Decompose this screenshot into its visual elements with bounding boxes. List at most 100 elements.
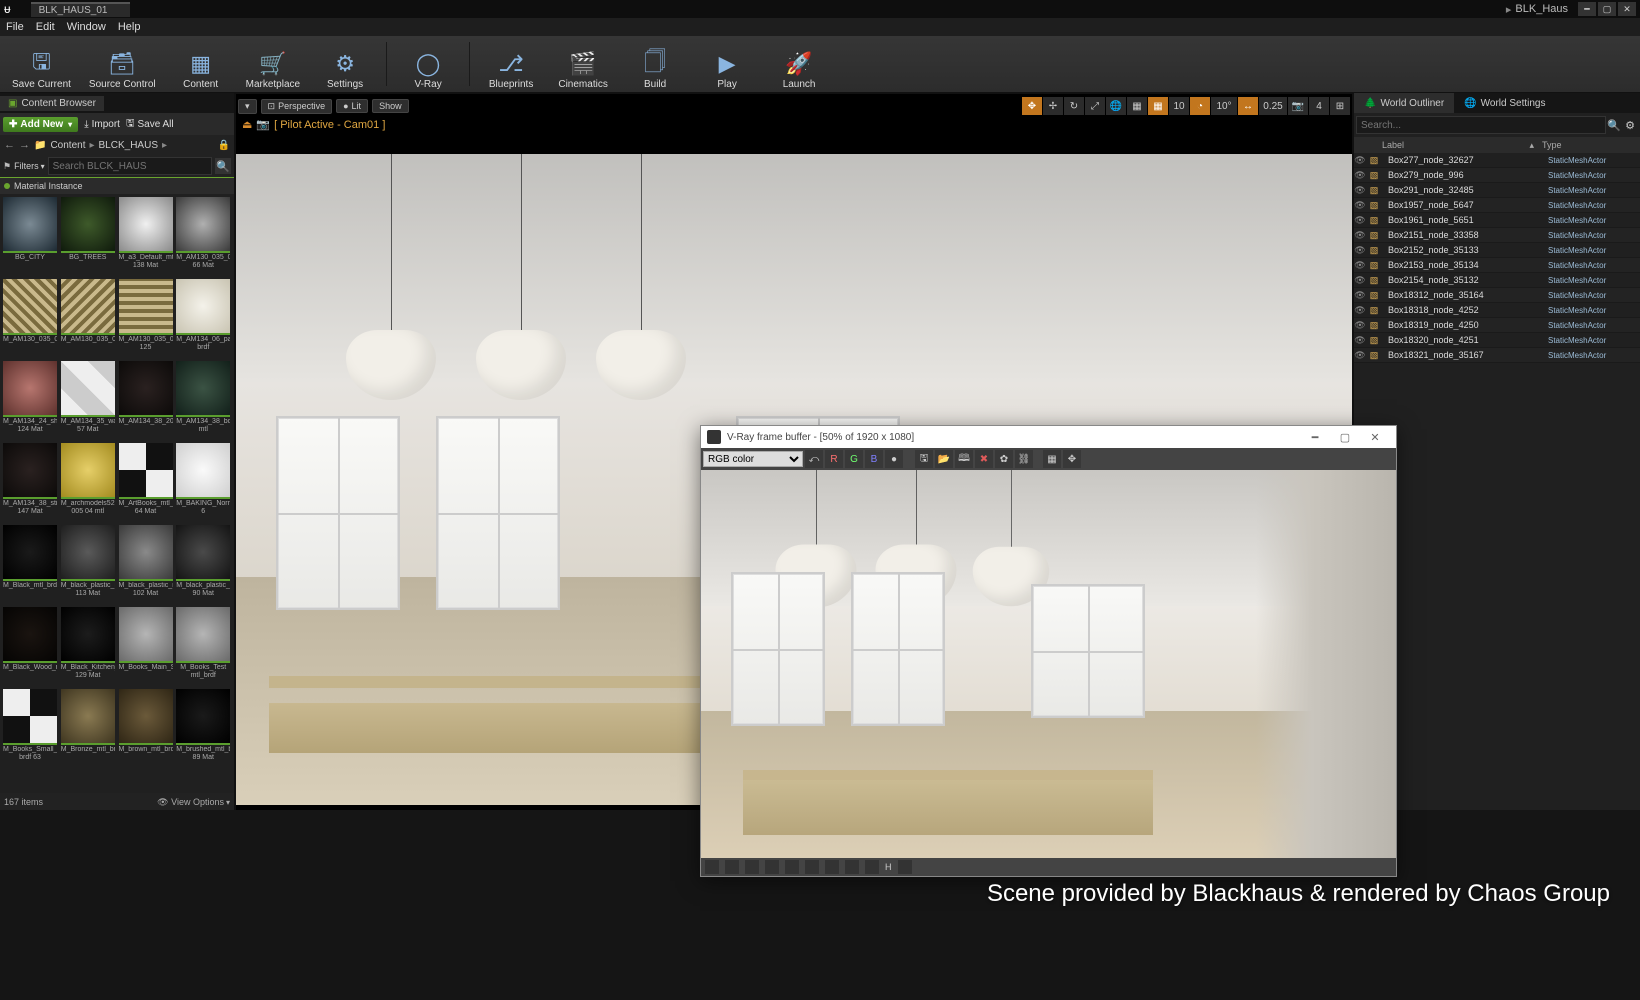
visibility-icon[interactable]: 👁 bbox=[1354, 185, 1366, 196]
vfb-mono-button[interactable]: ● bbox=[885, 450, 903, 468]
vfb-history-icon[interactable]: 🕮 bbox=[955, 450, 973, 468]
asset-thumbnail[interactable]: M_AM134_38_sticker_mtl_brdf 147 Mat bbox=[3, 443, 57, 522]
asset-thumbnail[interactable]: M_AM130_035_001_mtl_brdf 66 Mat bbox=[176, 197, 230, 276]
viewport-lit-button[interactable]: ● Lit bbox=[336, 99, 368, 113]
asset-thumbnail[interactable]: M_black_plastic_mtl_brdf 90 Mat bbox=[176, 525, 230, 604]
view-options-button[interactable]: 👁 View Options bbox=[157, 797, 230, 808]
asset-thumbnail[interactable]: M_AM130_035_007_mtl_brdf 125 bbox=[119, 279, 173, 358]
vfb-status-icon[interactable] bbox=[705, 860, 719, 874]
vfb-track-icon[interactable]: ✥ bbox=[1063, 450, 1081, 468]
outliner-row[interactable]: 👁▧Box18320_node_4251StaticMeshActor bbox=[1354, 333, 1640, 348]
viewport-mode-button[interactable]: ⊡ Perspective bbox=[261, 99, 333, 114]
asset-thumbnail[interactable]: M_Black_mtl_brdf_45_Mat bbox=[3, 525, 57, 604]
filters-dropdown[interactable]: Filters bbox=[14, 161, 45, 171]
launch-button[interactable]: 🚀Launch bbox=[766, 36, 832, 92]
vfb-clear-icon[interactable]: ✖ bbox=[975, 450, 993, 468]
vfb-status-icon[interactable] bbox=[805, 860, 819, 874]
vfb-titlebar[interactable]: V-Ray frame buffer - [50% of 1920 x 1080… bbox=[701, 426, 1396, 448]
vfb-status-icon[interactable] bbox=[898, 860, 912, 874]
outliner-row[interactable]: 👁▧Box291_node_32485StaticMeshActor bbox=[1354, 183, 1640, 198]
build-button[interactable]: 🗍Build bbox=[622, 36, 688, 92]
save-all-button[interactable]: 🖫 Save All bbox=[126, 116, 174, 133]
eject-icon[interactable]: ⏏ bbox=[242, 118, 252, 131]
vfb-link-icon[interactable]: ⛓ bbox=[1015, 450, 1033, 468]
search-icon[interactable]: 🔍 bbox=[1606, 119, 1622, 132]
visibility-icon[interactable]: 👁 bbox=[1354, 170, 1366, 181]
visibility-icon[interactable]: 👁 bbox=[1354, 260, 1366, 271]
minimize-button[interactable]: ━ bbox=[1578, 2, 1596, 16]
vfb-red-channel-button[interactable]: R bbox=[825, 450, 843, 468]
visibility-icon[interactable]: 👁 bbox=[1354, 350, 1366, 361]
vray-button[interactable]: ◯V-Ray bbox=[395, 36, 461, 92]
visibility-icon[interactable]: 👁 bbox=[1354, 200, 1366, 211]
breadcrumb-folder[interactable]: BLCK_HAUS bbox=[99, 140, 158, 151]
blueprints-button[interactable]: ⎇Blueprints bbox=[478, 36, 544, 92]
save-button[interactable]: 🖫Save Current bbox=[6, 36, 77, 92]
import-button[interactable]: ⤓ Import bbox=[84, 119, 120, 130]
asset-thumbnail[interactable]: M_AM134_35_water_mtl_brdf 57 Mat bbox=[61, 361, 115, 440]
content-button[interactable]: ▦Content bbox=[168, 36, 234, 92]
scale-snap-value[interactable]: 0.25 bbox=[1259, 97, 1287, 115]
visibility-icon[interactable]: 👁 bbox=[1354, 245, 1366, 256]
asset-thumbnail[interactable]: M_ArtBooks_mtl_mtl_brdf 64 Mat bbox=[119, 443, 173, 522]
outliner-options-icon[interactable]: ⚙ bbox=[1622, 119, 1638, 132]
settings-button[interactable]: ⚙Settings bbox=[312, 36, 378, 92]
vfb-status-icon[interactable] bbox=[865, 860, 879, 874]
grid-snap-value[interactable]: 10 bbox=[1169, 97, 1189, 115]
visibility-icon[interactable]: 👁 bbox=[1354, 275, 1366, 286]
asset-thumbnail[interactable]: M_AM134_24_shoe_01_mtl_brdf 124 Mat bbox=[3, 361, 57, 440]
outliner-row[interactable]: 👁▧Box2151_node_33358StaticMeshActor bbox=[1354, 228, 1640, 243]
angle-snap-value[interactable]: 10° bbox=[1211, 97, 1237, 115]
filter-tag-icon[interactable]: ⚑ bbox=[3, 161, 11, 172]
vfb-maximize-button[interactable]: ▢ bbox=[1330, 431, 1360, 444]
vfb-status-icon[interactable] bbox=[785, 860, 799, 874]
vfb-save-icon[interactable]: 🖫 bbox=[915, 450, 933, 468]
viewport-show-button[interactable]: Show bbox=[372, 99, 409, 113]
add-new-button[interactable]: ✚ Add New bbox=[3, 117, 78, 132]
nav-fwd-button[interactable]: → bbox=[19, 139, 30, 151]
outliner-row[interactable]: 👁▧Box279_node_996StaticMeshActor bbox=[1354, 168, 1640, 183]
content-search-input[interactable] bbox=[48, 157, 212, 175]
breadcrumb-content[interactable]: Content bbox=[50, 140, 85, 151]
vfb-status-icon[interactable] bbox=[745, 860, 759, 874]
asset-thumbnail[interactable]: M_BAKING_Normals_mtl_brdf 6 bbox=[176, 443, 230, 522]
camera-speed-icon[interactable]: 📷 bbox=[1288, 97, 1308, 115]
outliner-row[interactable]: 👁▧Box18319_node_4250StaticMeshActor bbox=[1354, 318, 1640, 333]
visibility-icon[interactable]: 👁 bbox=[1354, 230, 1366, 241]
nav-back-button[interactable]: ← bbox=[4, 139, 15, 151]
outliner-search-input[interactable] bbox=[1356, 116, 1606, 134]
asset-thumbnail[interactable]: M_black_plastic_mtl_brdf 113 Mat bbox=[61, 525, 115, 604]
outliner-row[interactable]: 👁▧Box18318_node_4252StaticMeshActor bbox=[1354, 303, 1640, 318]
asset-thumbnail[interactable]: M_Bronze_mtl_brdf_40_Mat bbox=[61, 689, 115, 768]
outliner-row[interactable]: 👁▧Box1961_node_5651StaticMeshActor bbox=[1354, 213, 1640, 228]
camera-speed-value[interactable]: 4 bbox=[1309, 97, 1329, 115]
stop-pilot-icon[interactable]: 📷 bbox=[256, 118, 270, 131]
asset-thumbnail[interactable]: M_AM134_06_paper_bag_mtl brdf bbox=[176, 279, 230, 358]
vfb-swap-icon[interactable]: ⤺ bbox=[805, 450, 823, 468]
outliner-row[interactable]: 👁▧Box2154_node_35132StaticMeshActor bbox=[1354, 273, 1640, 288]
angle-snap-toggle[interactable]: ◔ bbox=[1190, 97, 1210, 115]
asset-thumbnail[interactable]: M_AM134_38_bottle_glass_white mtl bbox=[176, 361, 230, 440]
asset-thumbnail[interactable]: M_AM134_38_20_Defaultfos bbox=[119, 361, 173, 440]
vfb-status-icon[interactable] bbox=[725, 860, 739, 874]
visibility-icon[interactable]: 👁 bbox=[1354, 290, 1366, 301]
visibility-icon[interactable]: 👁 bbox=[1354, 305, 1366, 316]
asset-thumbnail[interactable]: BG_TREES bbox=[61, 197, 115, 276]
vfb-status-icon[interactable] bbox=[845, 860, 859, 874]
asset-thumbnail[interactable]: M_a3_Default_mtl_brdf 138 Mat bbox=[119, 197, 173, 276]
maximize-button[interactable]: ▢ bbox=[1598, 2, 1616, 16]
visibility-icon[interactable]: 👁 bbox=[1354, 335, 1366, 346]
vfb-render-view[interactable] bbox=[701, 470, 1396, 858]
asset-thumbnail[interactable]: M_Books_Test mtl_brdf bbox=[176, 607, 230, 686]
visibility-icon[interactable]: 👁 bbox=[1354, 320, 1366, 331]
vfb-open-icon[interactable]: 📂 bbox=[935, 450, 953, 468]
menu-edit[interactable]: Edit bbox=[36, 21, 55, 33]
asset-thumbnail[interactable]: M_black_plastic_mtl_brdf 102 Mat bbox=[119, 525, 173, 604]
asset-thumbnail[interactable]: M_Books_Small_Shelf_mtl brdf 63 bbox=[3, 689, 57, 768]
pilot-indicator[interactable]: ⏏ 📷 [ Pilot Active - Cam01 ] bbox=[242, 118, 385, 131]
vfb-minimize-button[interactable]: ━ bbox=[1300, 431, 1330, 444]
menu-file[interactable]: File bbox=[6, 21, 24, 33]
search-icon[interactable]: 🔍 bbox=[215, 158, 231, 174]
vfb-status-icon[interactable] bbox=[765, 860, 779, 874]
vray-frame-buffer-window[interactable]: V-Ray frame buffer - [50% of 1920 x 1080… bbox=[700, 425, 1397, 877]
